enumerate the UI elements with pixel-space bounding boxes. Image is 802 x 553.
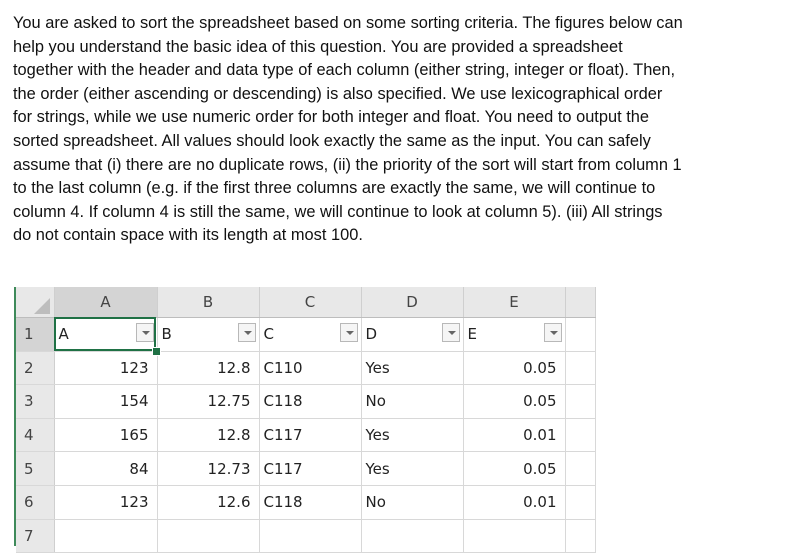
cell[interactable]: 154 [54, 384, 158, 419]
filter-dropdown-b[interactable] [237, 323, 256, 342]
filter-dropdown-e[interactable] [543, 323, 562, 342]
cell[interactable] [565, 351, 596, 386]
cell[interactable]: 0.05 [463, 351, 566, 386]
fill-handle[interactable] [152, 347, 161, 356]
spreadsheet-grid: A B C D E 1 A B C D E 2 123 12.8 C110 Ye… [16, 287, 596, 553]
instruction-line: column 4. If column 4 is still the same,… [13, 202, 663, 221]
cell[interactable]: 123 [54, 485, 158, 520]
cell[interactable]: 123 [54, 351, 158, 386]
instruction-line: do not contain space with its length at … [13, 226, 363, 245]
cell[interactable] [463, 519, 566, 553]
table-row: 5 84 12.73 C117 Yes 0.05 [16, 451, 596, 486]
header-label: D [365, 325, 378, 344]
cell[interactable] [565, 317, 596, 352]
cell[interactable]: Yes [361, 418, 464, 453]
instruction-line: You are asked to sort the spreadsheet ba… [13, 14, 683, 32]
header-cell-e[interactable]: E [463, 317, 566, 352]
cell[interactable] [565, 519, 596, 553]
table-row: 6 123 12.6 C118 No 0.01 [16, 485, 596, 520]
select-all-triangle-icon [33, 298, 50, 314]
row-header-1[interactable]: 1 [16, 317, 55, 352]
cell[interactable] [54, 519, 158, 553]
cell[interactable]: No [361, 384, 464, 419]
cell[interactable]: 0.05 [463, 384, 566, 419]
cell[interactable]: 165 [54, 418, 158, 453]
filter-dropdown-c[interactable] [339, 323, 358, 342]
cell[interactable]: 12.73 [157, 451, 260, 486]
table-header-row: 1 A B C D E [16, 317, 596, 352]
cell[interactable]: Yes [361, 351, 464, 386]
cell[interactable]: 0.01 [463, 418, 566, 453]
instruction-line: help you understand the basic idea of th… [13, 37, 623, 56]
cell[interactable]: 84 [54, 451, 158, 486]
table-row: 2 123 12.8 C110 Yes 0.05 [16, 351, 596, 386]
spreadsheet-screenshot: A B C D E 1 A B C D E 2 123 12.8 C110 Ye… [14, 287, 607, 553]
header-cell-b[interactable]: B [157, 317, 260, 352]
cell[interactable]: C110 [259, 351, 362, 386]
instruction-line: for strings, while we use numeric order … [13, 108, 649, 127]
cell[interactable]: C118 [259, 384, 362, 419]
header-cell-d[interactable]: D [361, 317, 464, 352]
cell[interactable]: Yes [361, 451, 464, 486]
column-header-b[interactable]: B [157, 287, 260, 318]
table-row: 4 165 12.8 C117 Yes 0.01 [16, 418, 596, 453]
cell[interactable]: 0.05 [463, 451, 566, 486]
column-header-row: A B C D E [16, 287, 596, 318]
instruction-line: sorted spreadsheet. All values should lo… [13, 131, 651, 150]
row-header[interactable]: 2 [16, 351, 55, 386]
row-header[interactable]: 3 [16, 384, 55, 419]
cell[interactable] [565, 485, 596, 520]
column-header-f[interactable] [565, 287, 596, 318]
instruction-line: the order (either ascending or descendin… [13, 84, 663, 103]
filter-dropdown-a[interactable] [135, 323, 154, 342]
column-header-a[interactable]: A [54, 287, 158, 318]
table-row: 7 [16, 519, 596, 553]
column-header-e[interactable]: E [463, 287, 566, 318]
row-header[interactable]: 5 [16, 451, 55, 486]
instruction-line: together with the header and data type o… [13, 61, 676, 80]
header-cell-c[interactable]: C [259, 317, 362, 352]
select-all-button[interactable] [16, 287, 55, 318]
cell[interactable] [259, 519, 362, 553]
cell[interactable]: 0.01 [463, 485, 566, 520]
row-header[interactable]: 4 [16, 418, 55, 453]
cell[interactable]: C118 [259, 485, 362, 520]
instruction-line: to the last column (e.g. if the first th… [13, 179, 656, 198]
instruction-line: assume that (i) there are no duplicate r… [13, 155, 682, 174]
table-row: 3 154 12.75 C118 No 0.05 [16, 384, 596, 419]
instructions-paragraph: You are asked to sort the spreadsheet ba… [13, 12, 793, 248]
cell[interactable] [565, 418, 596, 453]
header-label: E [467, 325, 477, 344]
cell[interactable]: 12.8 [157, 351, 260, 386]
cell[interactable]: 12.75 [157, 384, 260, 419]
filter-dropdown-d[interactable] [441, 323, 460, 342]
cell[interactable]: C117 [259, 451, 362, 486]
cell[interactable]: C117 [259, 418, 362, 453]
cell[interactable]: 12.8 [157, 418, 260, 453]
row-header[interactable]: 7 [16, 519, 55, 553]
cell[interactable] [361, 519, 464, 553]
cell[interactable] [565, 451, 596, 486]
column-header-d[interactable]: D [361, 287, 464, 318]
row-header[interactable]: 6 [16, 485, 55, 520]
header-label: A [58, 325, 69, 344]
column-header-c[interactable]: C [259, 287, 362, 318]
header-label: B [161, 325, 172, 344]
cell[interactable]: No [361, 485, 464, 520]
header-label: C [263, 325, 274, 344]
cell[interactable]: 12.6 [157, 485, 260, 520]
cell[interactable] [157, 519, 260, 553]
header-cell-a[interactable]: A [54, 317, 158, 352]
cell[interactable] [565, 384, 596, 419]
